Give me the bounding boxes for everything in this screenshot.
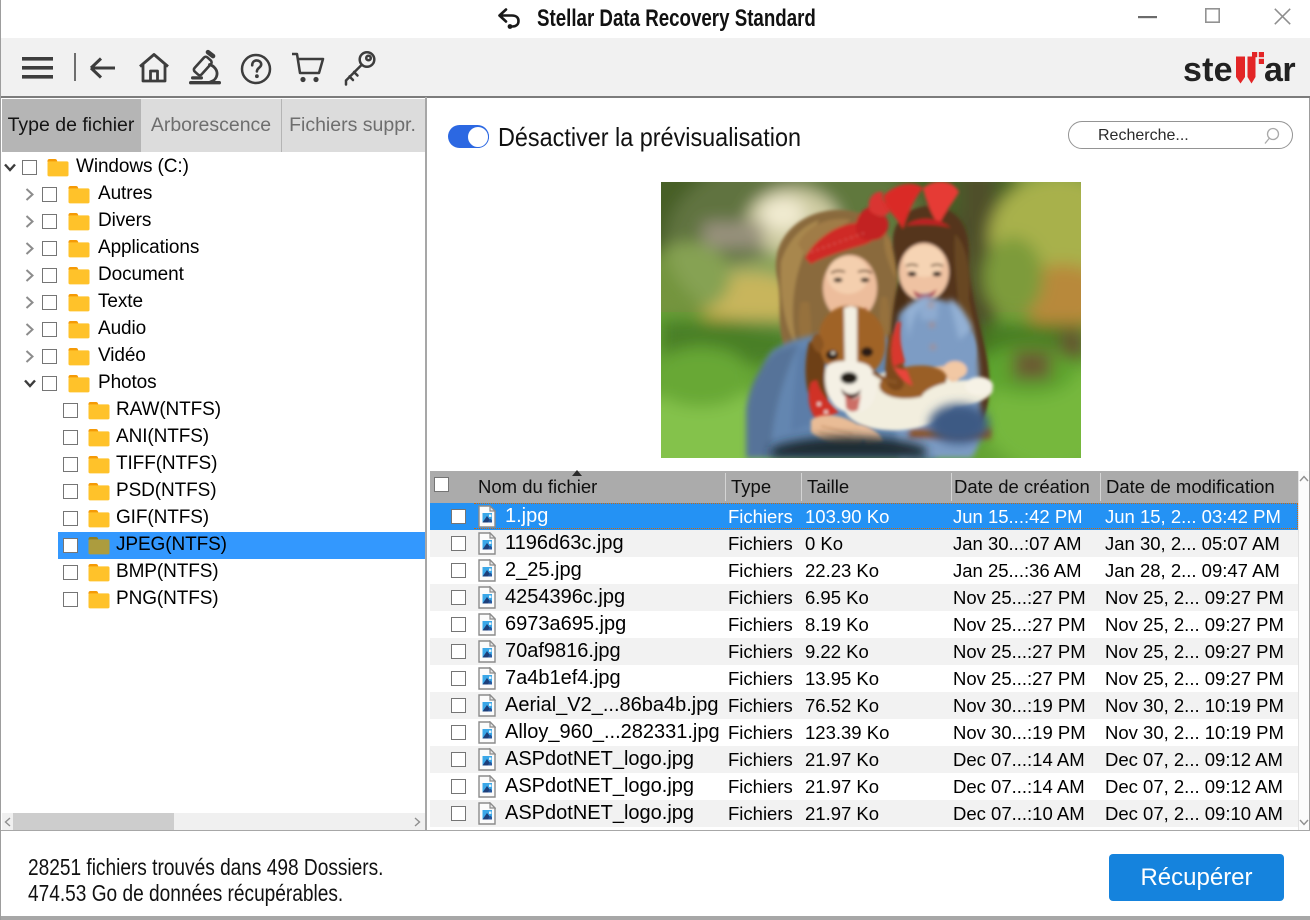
svg-text:ste: ste (1183, 51, 1233, 88)
svg-text:ar: ar (1264, 51, 1295, 88)
